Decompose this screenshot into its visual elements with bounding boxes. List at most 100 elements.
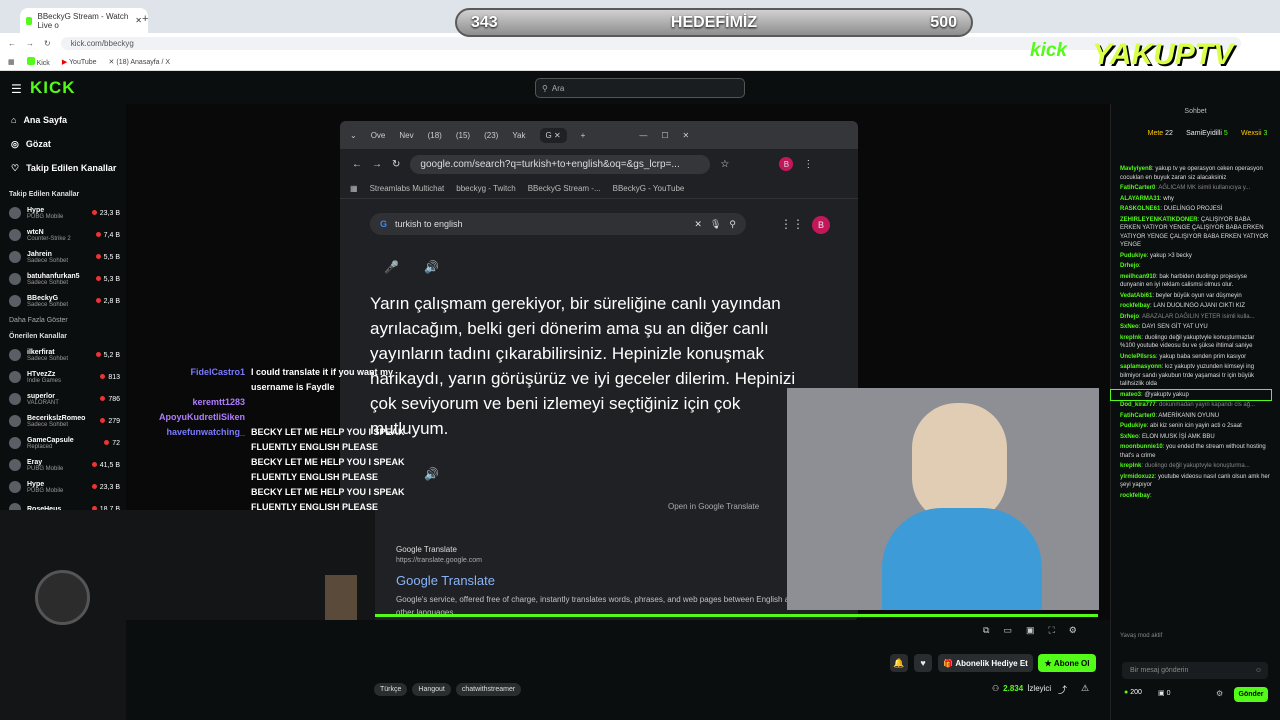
- kebab-menu-icon[interactable]: ⋮: [803, 159, 813, 170]
- chat-message[interactable]: Drhejo: ABAZALAR DAĞILIN YETER isimli ku…: [1111, 312, 1271, 323]
- nav-following[interactable]: ♡ Takip Edilen Kanallar: [0, 156, 126, 180]
- chat-message[interactable]: rockfelbay:: [1111, 491, 1271, 502]
- search-icon[interactable]: ⚲: [729, 219, 736, 230]
- report-icon[interactable]: ⚠: [1081, 683, 1089, 694]
- chat-message[interactable]: mateo3: @yakuptv yakup: [1110, 388, 1272, 401]
- chat-message[interactable]: UnclePllsrss: yakup baba senden prim kas…: [1111, 352, 1271, 363]
- show-more-link[interactable]: Daha Fazla Göster: [0, 312, 126, 328]
- google-tab[interactable]: (18): [428, 131, 442, 140]
- chat-settings-icon[interactable]: ⚙: [1216, 689, 1223, 698]
- chat-message[interactable]: Mavlyiyen8: yakup tv ye operasyon ceken …: [1111, 164, 1271, 183]
- bookmark[interactable]: Streamlabs Multichat: [370, 184, 445, 193]
- sidebar-channel[interactable]: BBeckyG Sadece Sohbet 2,8 B: [0, 290, 126, 312]
- open-in-translate-link[interactable]: Open in Google Translate: [668, 502, 759, 511]
- back-icon[interactable]: ←: [352, 159, 362, 170]
- google-tab[interactable]: Nev: [399, 131, 413, 140]
- back-icon[interactable]: ←: [8, 39, 16, 48]
- browser-tab-active[interactable]: BBeckyG Stream - Watch Live o ✕: [20, 8, 148, 33]
- chat-input[interactable]: Bir mesaj gönderin ☺: [1122, 662, 1268, 679]
- google-address-bar[interactable]: google.com/search?q=turkish+to+english&o…: [410, 154, 711, 174]
- sidebar-channel[interactable]: GameCapsule Replaced 72: [0, 432, 126, 454]
- sidebar-channel[interactable]: Hype PUBG Mobile 23,3 B: [0, 476, 126, 498]
- apps-icon[interactable]: ▦: [350, 184, 358, 193]
- send-button[interactable]: Gönder: [1234, 687, 1268, 702]
- follow-heart-button[interactable]: ♥: [914, 654, 932, 672]
- new-tab-icon[interactable]: +: [581, 131, 586, 140]
- chat-message[interactable]: meilhcan910: bak harbiden duolingo proje…: [1111, 272, 1271, 291]
- bookmark-x[interactable]: ✕ (18) Anasayfa / X: [109, 58, 171, 66]
- reload-icon[interactable]: ↻: [392, 159, 400, 170]
- emoji-icon[interactable]: ☺: [1255, 667, 1262, 674]
- result-title[interactable]: Google Translate: [396, 573, 495, 588]
- bookmark-kick[interactable]: Kick: [26, 56, 50, 67]
- speaker-icon[interactable]: 🔊: [424, 260, 439, 274]
- chat-message[interactable]: Dod_kira777: dokunmadan yayın kapandı cl…: [1111, 400, 1271, 411]
- chat-message[interactable]: RASKOLNE61: DUELİNGO PROJESİ: [1111, 204, 1271, 215]
- profile-avatar[interactable]: B: [779, 157, 794, 171]
- fullscreen-icon[interactable]: ⛶: [1048, 625, 1054, 636]
- close-icon[interactable]: ✕: [683, 131, 690, 140]
- notification-bell-button[interactable]: 🔔: [890, 654, 908, 672]
- subscribe-button[interactable]: ★ Abone Ol: [1038, 654, 1096, 672]
- tag[interactable]: chatwithstreamer: [455, 683, 522, 696]
- chat-message[interactable]: FatihCarter0: AĞLICAM MK isimli kullanıc…: [1111, 183, 1271, 194]
- chat-message[interactable]: SxNeo: ELON MUSK İŞİ AMK BBU: [1111, 432, 1271, 443]
- result-source[interactable]: Google Translate: [396, 545, 457, 554]
- theater-icon[interactable]: ⧉: [983, 625, 989, 636]
- tag[interactable]: Hangout: [412, 683, 451, 696]
- sidebar-channel[interactable]: Eray PUBG Mobile 41,5 B: [0, 454, 126, 476]
- tabs-dropdown-icon[interactable]: ⌄: [350, 131, 357, 140]
- sidebar-channel[interactable]: Jahrein Sadece Sohbet 5,5 B: [0, 246, 126, 268]
- sidebar-channel[interactable]: BecerikslzRomeo Sadece Sohbet 279: [0, 410, 126, 432]
- menu-icon[interactable]: ☰: [11, 82, 22, 96]
- chat-message[interactable]: Pudukiye: abi kiz senin icin yayin acti …: [1111, 421, 1271, 432]
- reload-icon[interactable]: ↻: [44, 39, 51, 48]
- google-tab[interactable]: (15): [456, 131, 470, 140]
- sidebar-channel[interactable]: Hype PUBG Mobile 23,3 B: [0, 202, 126, 224]
- bookmark-youtube[interactable]: ▶ YouTube: [62, 58, 97, 66]
- maximize-icon[interactable]: ☐: [661, 131, 668, 140]
- nav-home[interactable]: ⌂ Ana Sayfa: [0, 108, 126, 132]
- chat-message[interactable]: SxNeo: DAYI SEN GİT YAT UYU: [1111, 322, 1271, 333]
- speaker-icon[interactable]: 🔊: [424, 467, 439, 481]
- settings-icon[interactable]: ⚙: [1069, 625, 1077, 636]
- search-input[interactable]: ⚲ Ara: [535, 78, 745, 98]
- chat-message[interactable]: saplamasyonn: kız yakuptv yuzunden kimse…: [1111, 362, 1271, 390]
- sidebar-channel[interactable]: superlor VALORANT 786: [0, 388, 126, 410]
- forward-icon[interactable]: →: [26, 39, 34, 48]
- chat-message[interactable]: kreplnk: duolingo değil yakuptvyle konuş…: [1111, 461, 1271, 472]
- mic-icon[interactable]: 🎙: [710, 219, 721, 230]
- clear-icon[interactable]: ✕: [694, 219, 702, 230]
- google-tab[interactable]: Yak: [512, 131, 525, 140]
- sidebar-channel[interactable]: wtcN Counter-Strike 2 7,4 B: [0, 224, 126, 246]
- chat-message[interactable]: Pudukiye: yakup >3 becky: [1111, 251, 1271, 262]
- nav-browse[interactable]: ◎ Gözat: [0, 132, 126, 156]
- clip-icon[interactable]: ▭: [1003, 625, 1012, 636]
- chat-message[interactable]: kreplnk: duolingo değil yakuptvyle konuş…: [1111, 333, 1271, 352]
- chat-message[interactable]: Drhejo:: [1111, 261, 1271, 272]
- forward-icon[interactable]: →: [372, 159, 382, 170]
- profile-avatar[interactable]: B: [812, 216, 830, 234]
- google-tab[interactable]: (23): [484, 131, 498, 140]
- chat-message[interactable]: ZEHIRLEYENKATIKDONER: ÇALIŞIYOR BABA ERK…: [1111, 215, 1271, 251]
- bookmark[interactable]: bbeckyg - Twitch: [456, 184, 515, 193]
- close-icon[interactable]: ✕: [135, 16, 142, 25]
- google-tab-active[interactable]: G ✕: [539, 127, 567, 143]
- bookmark[interactable]: BBeckyG - YouTube: [613, 184, 685, 193]
- bookmark[interactable]: BBeckyG Stream -...: [528, 184, 601, 193]
- chat-message[interactable]: FatihCarter0: AMERİKANIN OYUNU: [1111, 411, 1271, 422]
- video-progress-bar[interactable]: [375, 614, 1098, 617]
- gift-sub-button[interactable]: 🎁 Abonelik Hediye Et: [938, 654, 1033, 672]
- mic-icon[interactable]: 🎤: [384, 260, 399, 274]
- chat-message[interactable]: ylrmidoxuzz: youtube videosu nasıl canlı…: [1111, 472, 1271, 491]
- sidebar-channel[interactable]: batuhanfurkan5 Sadece Sohbet 5,3 B: [0, 268, 126, 290]
- share-icon[interactable]: ⤴: [1058, 683, 1067, 696]
- chat-message[interactable]: moonbunnie10: you ended the stream witho…: [1111, 442, 1271, 461]
- channel-points[interactable]: ● 200: [1124, 689, 1142, 696]
- kick-logo[interactable]: KICK: [30, 78, 76, 98]
- apps-icon[interactable]: ▦: [8, 58, 15, 66]
- redeem-count[interactable]: ▣ 0: [1158, 689, 1170, 697]
- chat-message[interactable]: ALAYARMA31: why: [1111, 194, 1271, 205]
- apps-icon[interactable]: ⋮⋮: [780, 217, 804, 231]
- new-tab-button[interactable]: +: [142, 13, 148, 25]
